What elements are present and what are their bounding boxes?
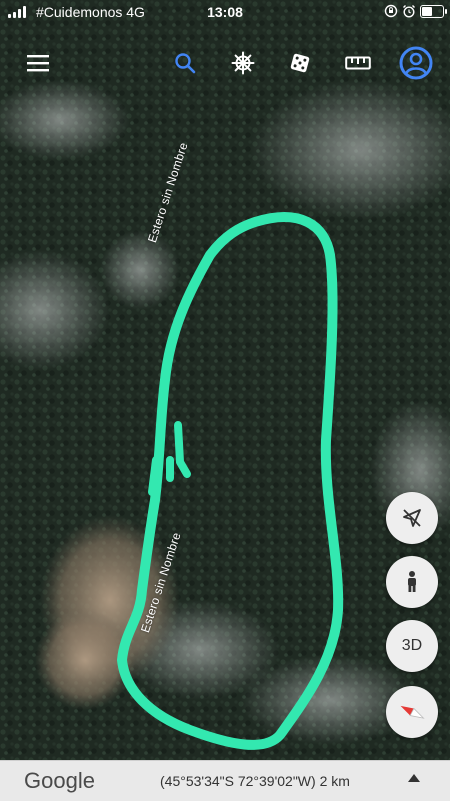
ruler-icon xyxy=(345,56,371,70)
search-button[interactable] xyxy=(165,40,205,86)
search-icon xyxy=(175,53,196,74)
feeling-lucky-button[interactable] xyxy=(280,40,320,86)
voyager-button[interactable] xyxy=(223,40,263,86)
street-view-button[interactable] xyxy=(386,556,438,608)
alarm-icon xyxy=(403,5,415,18)
orientation-lock-icon xyxy=(384,4,398,18)
caret-up-icon[interactable] xyxy=(408,774,420,782)
view-3d-label: 3D xyxy=(401,637,423,654)
bottom-bar: Google (45°53'34"S 72°39'02"W) 2 km xyxy=(0,760,450,801)
battery-icon xyxy=(420,4,447,18)
compass-icon xyxy=(400,705,425,719)
account-button[interactable] xyxy=(396,40,436,86)
status-bar: #Cuidemonos 4G 13:08 xyxy=(0,0,450,26)
google-logo: Google xyxy=(24,768,95,793)
pegman-icon xyxy=(408,571,416,592)
coordinates-readout: (45°53'34"S 72°39'02"W) 2 km xyxy=(160,773,350,789)
location-button[interactable] xyxy=(386,492,438,544)
view-3d-button[interactable]: 3D xyxy=(386,620,438,672)
dice-icon xyxy=(290,53,310,73)
measure-button[interactable] xyxy=(338,40,378,86)
ship-wheel-icon xyxy=(231,51,255,75)
location-off-icon xyxy=(403,509,421,527)
status-icons xyxy=(384,4,447,18)
menu-button[interactable] xyxy=(18,40,58,86)
top-toolbar xyxy=(0,40,450,86)
account-circle-icon xyxy=(399,46,433,80)
compass-button[interactable] xyxy=(386,686,438,738)
hamburger-menu-icon xyxy=(27,55,49,72)
clock: 13:08 xyxy=(207,4,243,20)
satellite-map[interactable] xyxy=(0,0,450,800)
